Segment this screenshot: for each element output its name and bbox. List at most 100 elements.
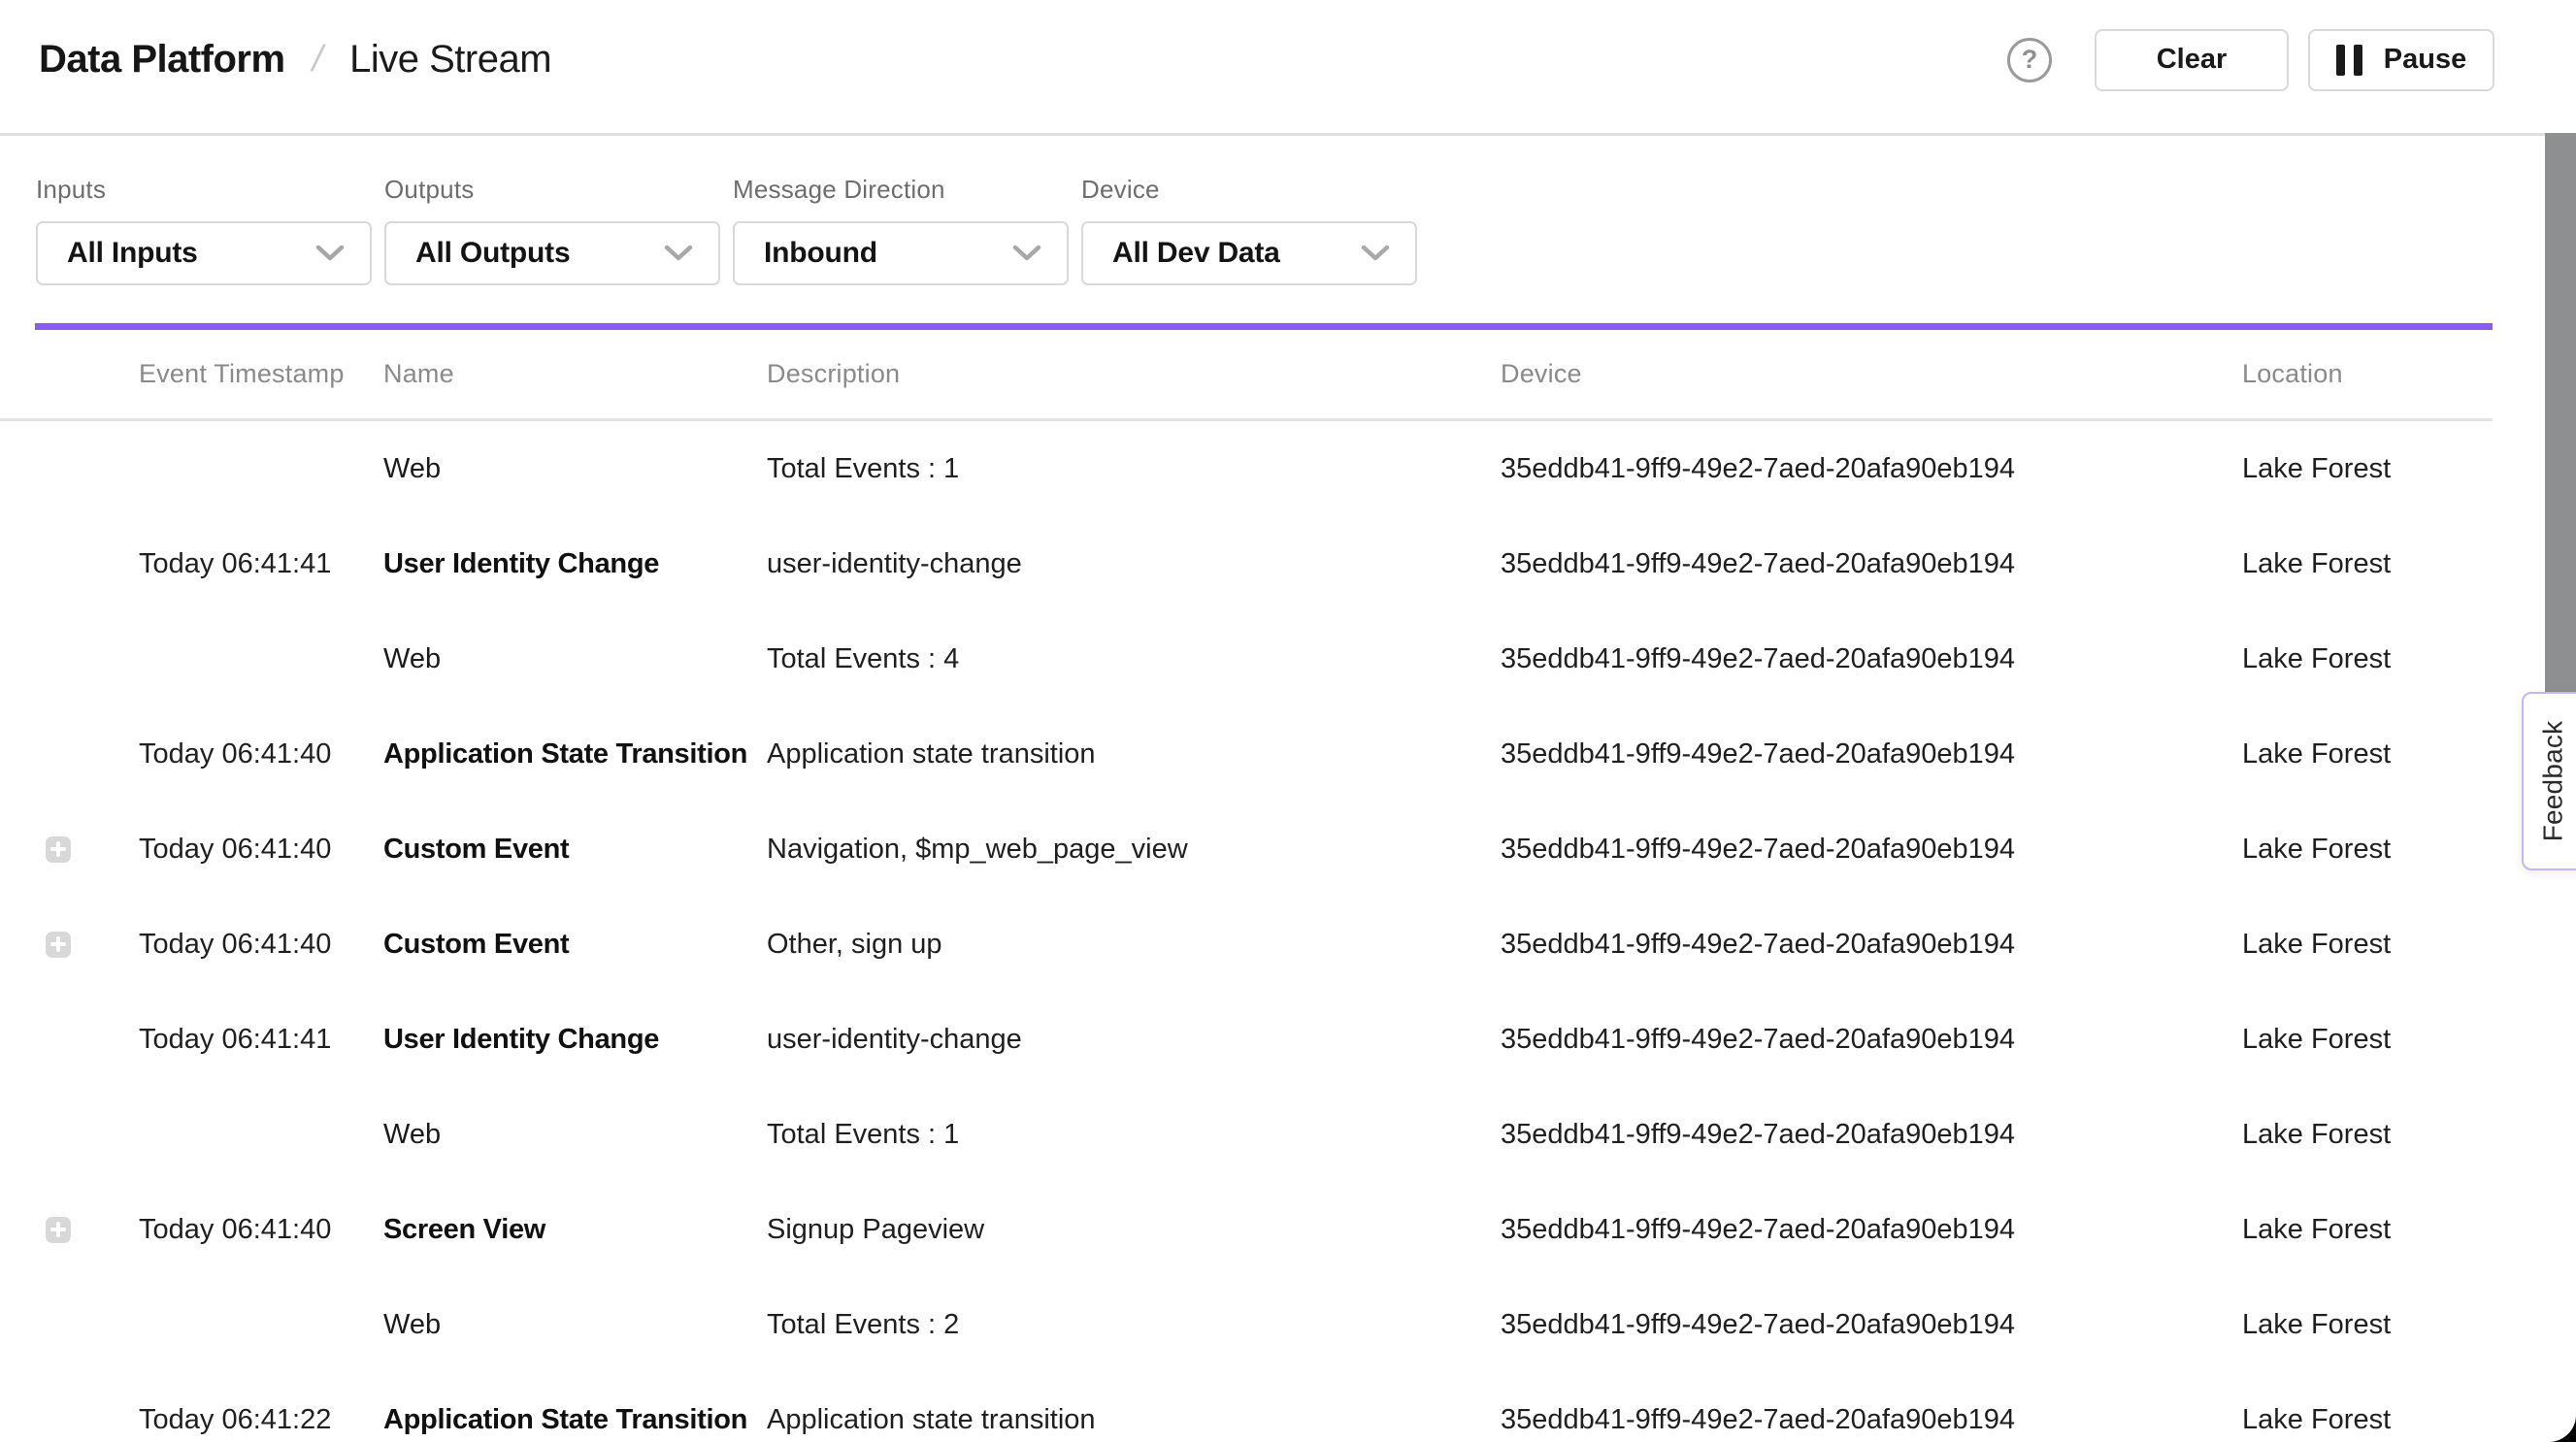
- cell-name: Application State Transition: [383, 1404, 767, 1436]
- clear-button[interactable]: Clear: [2095, 29, 2289, 91]
- accent-divider: [35, 323, 2493, 330]
- cell-description: Other, sign up: [767, 929, 1501, 961]
- cell-location: Lake Forest: [2242, 929, 2493, 961]
- cell-device: 35eddb41-9ff9-49e2-7aed-20afa90eb194: [1501, 643, 2242, 675]
- cell-device: 35eddb41-9ff9-49e2-7aed-20afa90eb194: [1501, 738, 2242, 770]
- cell-name: Web: [383, 1119, 767, 1151]
- cell-description: Application state transition: [767, 1404, 1501, 1436]
- filter-inputs: Inputs All Inputs: [36, 175, 372, 285]
- cell-description: user-identity-change: [767, 1024, 1501, 1056]
- feedback-tab[interactable]: Feedback: [2522, 692, 2576, 870]
- cell-event-timestamp: Today 06:41:40: [139, 834, 383, 866]
- chevron-down-icon: [315, 245, 345, 262]
- cell-device: 35eddb41-9ff9-49e2-7aed-20afa90eb194: [1501, 834, 2242, 866]
- cell-device: 35eddb41-9ff9-49e2-7aed-20afa90eb194: [1501, 1214, 2242, 1246]
- chevron-down-icon: [1012, 245, 1041, 262]
- cell-name: Custom Event: [383, 834, 767, 866]
- cell-location: Lake Forest: [2242, 1024, 2493, 1056]
- expand-cell: [35, 836, 139, 863]
- cell-location: Lake Forest: [2242, 834, 2493, 866]
- cell-description: Navigation, $mp_web_page_view: [767, 834, 1501, 866]
- cell-name: Custom Event: [383, 929, 767, 961]
- message-direction-dropdown-value: Inbound: [764, 237, 877, 270]
- cell-description: Signup Pageview: [767, 1214, 1501, 1246]
- expand-plus-icon[interactable]: [46, 1217, 71, 1243]
- table-row[interactable]: Today 06:41:40Custom EventOther, sign up…: [0, 897, 2493, 992]
- cell-location: Lake Forest: [2242, 1404, 2493, 1436]
- feedback-tab-label: Feedback: [2537, 721, 2568, 842]
- filter-bar: Inputs All Inputs Outputs All Outputs Me…: [0, 136, 2576, 285]
- help-icon[interactable]: ?: [2007, 38, 2052, 82]
- inputs-dropdown[interactable]: All Inputs: [36, 221, 372, 285]
- outputs-dropdown[interactable]: All Outputs: [384, 221, 720, 285]
- top-header: Data Platform / Live Stream ? Clear Paus…: [0, 0, 2576, 136]
- filter-message-direction-label: Message Direction: [733, 175, 1069, 205]
- clear-button-label: Clear: [2157, 44, 2228, 76]
- table-row[interactable]: Today 06:41:41User Identity Changeuser-i…: [0, 516, 2493, 611]
- header-actions: ? Clear Pause: [2007, 29, 2494, 91]
- device-dropdown[interactable]: All Dev Data: [1081, 221, 1417, 285]
- table-row[interactable]: Today 06:41:40Screen ViewSignup Pageview…: [0, 1182, 2493, 1277]
- message-direction-dropdown[interactable]: Inbound: [733, 221, 1069, 285]
- cell-name: Web: [383, 1309, 767, 1341]
- cell-device: 35eddb41-9ff9-49e2-7aed-20afa90eb194: [1501, 1309, 2242, 1341]
- filter-outputs: Outputs All Outputs: [384, 175, 720, 285]
- outputs-dropdown-value: All Outputs: [415, 237, 570, 270]
- cell-name: Web: [383, 643, 767, 675]
- column-header-location: Location: [2242, 359, 2493, 389]
- expand-plus-icon[interactable]: [46, 836, 71, 863]
- cell-event-timestamp: Today 06:41:40: [139, 738, 383, 770]
- table-header-row: Event Timestamp Name Description Device …: [0, 330, 2493, 421]
- cell-device: 35eddb41-9ff9-49e2-7aed-20afa90eb194: [1501, 1404, 2242, 1436]
- expand-cell: [35, 1217, 139, 1243]
- cell-description: Total Events : 1: [767, 1119, 1501, 1151]
- expand-cell: [35, 932, 139, 958]
- vertical-scrollbar-thumb[interactable]: [2545, 133, 2576, 723]
- chevron-down-icon: [664, 245, 693, 262]
- cell-device: 35eddb41-9ff9-49e2-7aed-20afa90eb194: [1501, 1024, 2242, 1056]
- cell-device: 35eddb41-9ff9-49e2-7aed-20afa90eb194: [1501, 929, 2242, 961]
- inputs-dropdown-value: All Inputs: [67, 237, 198, 270]
- filter-device-label: Device: [1081, 175, 1417, 205]
- cell-event-timestamp: Today 06:41:40: [139, 1214, 383, 1246]
- filter-message-direction: Message Direction Inbound: [733, 175, 1069, 285]
- cell-location: Lake Forest: [2242, 1214, 2493, 1246]
- column-header-event-timestamp: Event Timestamp: [139, 359, 383, 389]
- column-header-description: Description: [767, 359, 1501, 389]
- cell-location: Lake Forest: [2242, 738, 2493, 770]
- pause-icon: [2336, 45, 2362, 76]
- cell-device: 35eddb41-9ff9-49e2-7aed-20afa90eb194: [1501, 548, 2242, 580]
- table-row[interactable]: Today 06:41:41User Identity Changeuser-i…: [0, 992, 2493, 1087]
- expand-plus-icon[interactable]: [46, 932, 71, 958]
- table-row[interactable]: Today 06:41:40Application State Transiti…: [0, 706, 2493, 802]
- breadcrumb-separator: /: [308, 39, 327, 81]
- cell-location: Lake Forest: [2242, 548, 2493, 580]
- window-corner-artifact: [2549, 1415, 2576, 1442]
- cell-name: Web: [383, 453, 767, 485]
- column-header-name: Name: [383, 359, 767, 389]
- cell-location: Lake Forest: [2242, 453, 2493, 485]
- cell-description: Total Events : 4: [767, 643, 1501, 675]
- table-row[interactable]: Today 06:41:22Application State Transiti…: [0, 1372, 2493, 1442]
- table-row[interactable]: WebTotal Events : 435eddb41-9ff9-49e2-7a…: [0, 611, 2493, 706]
- cell-name: Application State Transition: [383, 738, 767, 770]
- cell-device: 35eddb41-9ff9-49e2-7aed-20afa90eb194: [1501, 1119, 2242, 1151]
- filter-device: Device All Dev Data: [1081, 175, 1417, 285]
- cell-event-timestamp: Today 06:41:40: [139, 929, 383, 961]
- cell-name: User Identity Change: [383, 548, 767, 580]
- table-row[interactable]: WebTotal Events : 235eddb41-9ff9-49e2-7a…: [0, 1277, 2493, 1372]
- pause-button[interactable]: Pause: [2308, 29, 2494, 91]
- table-row[interactable]: WebTotal Events : 135eddb41-9ff9-49e2-7a…: [0, 1087, 2493, 1182]
- pause-button-label: Pause: [2384, 44, 2466, 76]
- cell-event-timestamp: Today 06:41:22: [139, 1404, 383, 1436]
- cell-device: 35eddb41-9ff9-49e2-7aed-20afa90eb194: [1501, 453, 2242, 485]
- cell-location: Lake Forest: [2242, 1309, 2493, 1341]
- cell-name: Screen View: [383, 1214, 767, 1246]
- table-row[interactable]: Today 06:41:40Custom EventNavigation, $m…: [0, 802, 2493, 897]
- cell-description: Total Events : 1: [767, 453, 1501, 485]
- chevron-down-icon: [1361, 245, 1390, 262]
- table-row[interactable]: WebTotal Events : 135eddb41-9ff9-49e2-7a…: [0, 421, 2493, 516]
- breadcrumb-section[interactable]: Data Platform: [39, 38, 285, 82]
- cell-description: Total Events : 2: [767, 1309, 1501, 1341]
- cell-location: Lake Forest: [2242, 643, 2493, 675]
